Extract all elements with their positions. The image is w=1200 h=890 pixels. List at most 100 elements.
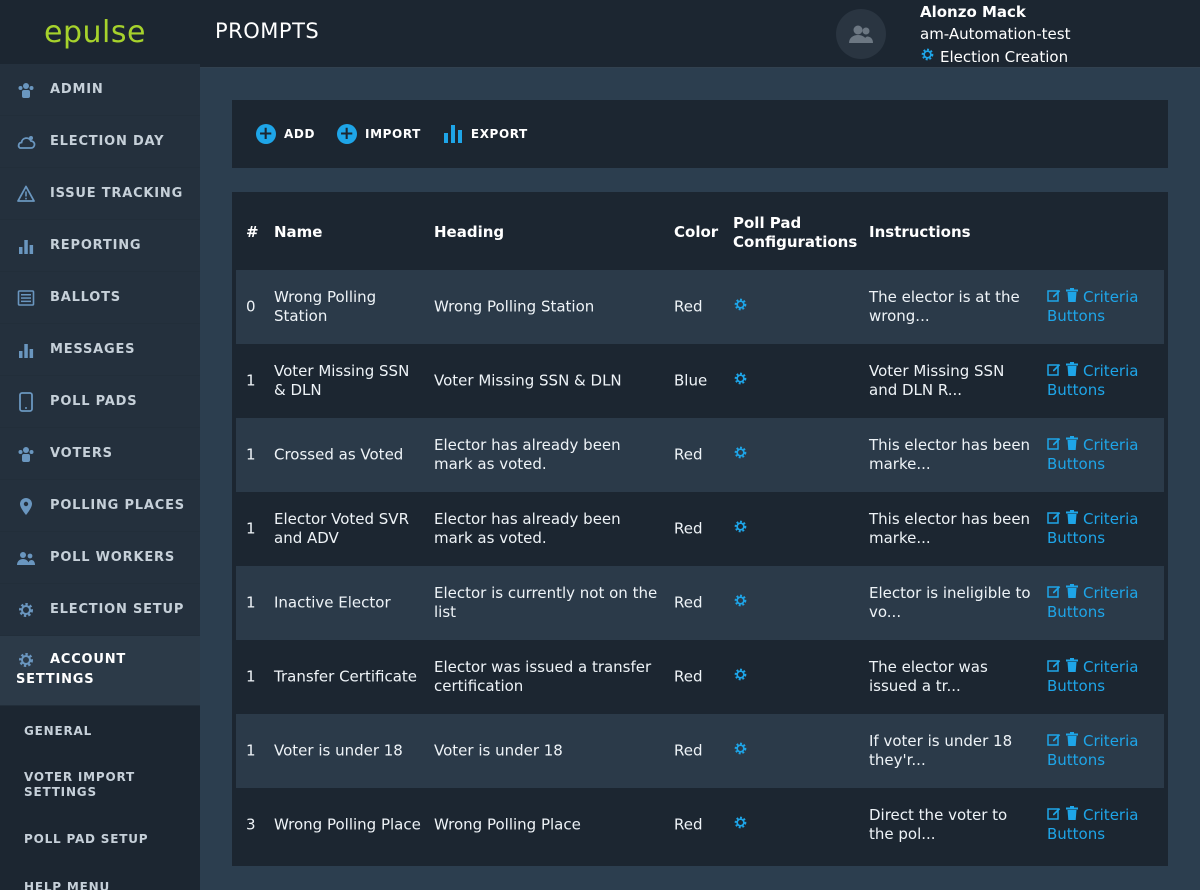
table-row[interactable]: 3 Wrong Polling Place Wrong Polling Plac… (236, 788, 1164, 862)
edit-icon[interactable] (1047, 658, 1061, 677)
poll-pad-config-gear-icon[interactable] (733, 741, 748, 761)
poll-pad-config-gear-icon[interactable] (733, 371, 748, 391)
table-row[interactable]: 1 Voter Missing SSN & DLN Voter Missing … (236, 344, 1164, 418)
sidebar-item-polling-places[interactable]: POLLING PLACES (0, 480, 200, 532)
column-header-instructions[interactable]: Instructions (869, 223, 971, 241)
edit-icon[interactable] (1047, 806, 1061, 825)
edit-icon[interactable] (1047, 288, 1061, 307)
sidebar-item-election-setup[interactable]: ELECTION SETUP (0, 584, 200, 636)
sidebar-subitem-help-menu[interactable]: HELP MENU (0, 864, 200, 890)
buttons-link[interactable]: Buttons (1047, 455, 1157, 474)
edit-icon[interactable] (1047, 584, 1061, 603)
row-instructions: This elector has been marke... (869, 510, 1031, 547)
trash-icon[interactable] (1066, 806, 1078, 825)
sidebar-item-messages[interactable]: MESSAGES (0, 324, 200, 376)
row-actions: Criteria Buttons (1047, 732, 1157, 770)
row-num: 1 (246, 741, 256, 760)
poll-pad-config-gear-icon[interactable] (733, 667, 748, 687)
trash-icon[interactable] (1066, 436, 1078, 455)
sidebar-item-label: VOTERS (50, 446, 113, 461)
column-header-poll-pad-configurations[interactable]: Poll Pad Configurations (733, 214, 857, 252)
sidebar-item-account-settings[interactable]: ACCOUNT SETTINGS (0, 636, 200, 706)
row-heading: Voter is under 18 (434, 741, 563, 760)
criteria-link[interactable]: Criteria (1083, 806, 1138, 825)
row-instructions: Voter Missing SSN and DLN R... (869, 362, 1005, 399)
edit-icon[interactable] (1047, 362, 1061, 381)
column-header-name[interactable]: Name (274, 223, 322, 241)
buttons-link[interactable]: Buttons (1047, 529, 1157, 548)
add-button[interactable]: + ADD (256, 124, 315, 144)
epulse-logo[interactable]: epulse (0, 0, 200, 64)
edit-icon[interactable] (1047, 510, 1061, 529)
trash-icon[interactable] (1066, 288, 1078, 307)
row-color: Red (674, 741, 703, 760)
sidebar-item-voters[interactable]: VOTERS (0, 428, 200, 480)
sidebar-subitem-voter-import-settings[interactable]: VOTER IMPORT SETTINGS (0, 756, 140, 814)
table-row[interactable]: 1 Elector Voted SVR and ADV Elector has … (236, 492, 1164, 566)
row-instructions: The elector is at the wrong... (869, 288, 1020, 325)
weather-icon (16, 132, 36, 152)
criteria-link[interactable]: Criteria (1083, 362, 1138, 381)
sidebar-subitem-poll-pad-setup[interactable]: POLL PAD SETUP (0, 814, 200, 864)
sidebar-item-poll-workers[interactable]: POLL WORKERS (0, 532, 200, 584)
sidebar-subitem-general[interactable]: GENERAL (0, 706, 200, 756)
avatar[interactable] (836, 9, 886, 59)
plus-circle-icon: + (337, 124, 358, 144)
trash-icon[interactable] (1066, 658, 1078, 677)
export-button[interactable]: EXPORT (443, 123, 528, 146)
user-name[interactable]: Alonzo Mack (920, 3, 1026, 21)
column-header-color[interactable]: Color (674, 223, 718, 241)
buttons-link[interactable]: Buttons (1047, 677, 1157, 696)
row-heading: Elector has already been mark as voted. (434, 436, 621, 473)
criteria-link[interactable]: Criteria (1083, 584, 1138, 603)
row-instructions: This elector has been marke... (869, 436, 1031, 473)
sidebar-item-ballots[interactable]: BALLOTS (0, 272, 200, 324)
poll-pad-config-gear-icon[interactable] (733, 297, 748, 317)
row-color: Red (674, 445, 703, 464)
trash-icon[interactable] (1066, 362, 1078, 381)
bar-chart-icon (16, 340, 36, 360)
current-election[interactable]: Election Creation (920, 47, 1068, 66)
table-row[interactable]: 1 Voter is under 18 Voter is under 18 Re… (236, 714, 1164, 788)
trash-icon[interactable] (1066, 510, 1078, 529)
column-header-heading[interactable]: Heading (434, 223, 504, 241)
criteria-link[interactable]: Criteria (1083, 658, 1138, 677)
row-instructions: Elector is ineligible to vo... (869, 584, 1031, 621)
buttons-link[interactable]: Buttons (1047, 825, 1157, 844)
poll-pad-config-gear-icon[interactable] (733, 445, 748, 465)
poll-pad-config-gear-icon[interactable] (733, 815, 748, 835)
table-row[interactable]: 1 Transfer Certificate Elector was issue… (236, 640, 1164, 714)
table-row[interactable]: 0 Wrong Polling Station Wrong Polling St… (236, 270, 1164, 344)
buttons-link[interactable]: Buttons (1047, 381, 1157, 400)
criteria-link[interactable]: Criteria (1083, 436, 1138, 455)
criteria-link[interactable]: Criteria (1083, 732, 1138, 751)
trash-icon[interactable] (1066, 732, 1078, 751)
row-color: Red (674, 519, 703, 538)
user-avatar-icon (849, 25, 873, 43)
sidebar-item-poll-pads[interactable]: POLL PADS (0, 376, 200, 428)
buttons-link[interactable]: Buttons (1047, 751, 1157, 770)
row-color: Blue (674, 371, 708, 390)
poll-pad-config-gear-icon[interactable] (733, 593, 748, 613)
buttons-link[interactable]: Buttons (1047, 307, 1157, 326)
row-instructions: Direct the voter to the pol... (869, 806, 1008, 843)
sidebar-item-reporting[interactable]: REPORTING (0, 220, 200, 272)
sidebar-item-label: ISSUE TRACKING (50, 186, 184, 201)
table-row[interactable]: 1 Crossed as Voted Elector has already b… (236, 418, 1164, 492)
import-button[interactable]: + IMPORT (337, 124, 421, 144)
table-header: # Name Heading Color Poll Pad Configurat… (236, 192, 1164, 270)
row-actions: Criteria Buttons (1047, 288, 1157, 326)
column-header-num[interactable]: # (246, 223, 259, 241)
poll-pad-config-gear-icon[interactable] (733, 519, 748, 539)
sidebar-item-issue-tracking[interactable]: ISSUE TRACKING (0, 168, 200, 220)
trash-icon[interactable] (1066, 584, 1078, 603)
criteria-link[interactable]: Criteria (1083, 510, 1138, 529)
table-row[interactable]: 1 Inactive Elector Elector is currently … (236, 566, 1164, 640)
edit-icon[interactable] (1047, 732, 1061, 751)
buttons-link[interactable]: Buttons (1047, 603, 1157, 622)
sidebar-item-election-day[interactable]: ELECTION DAY (0, 116, 200, 168)
criteria-link[interactable]: Criteria (1083, 288, 1138, 307)
sidebar-item-admin[interactable]: ADMIN (0, 64, 200, 116)
row-name: Wrong Polling Place (274, 815, 421, 834)
edit-icon[interactable] (1047, 436, 1061, 455)
